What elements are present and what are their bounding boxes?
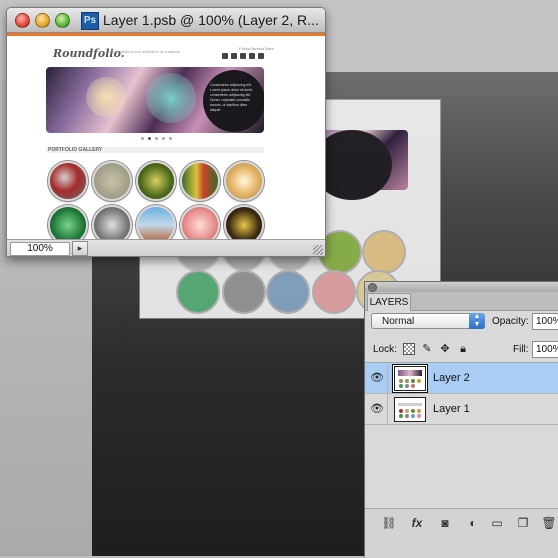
banner-art <box>86 77 126 117</box>
layer-row[interactable]: 👁︎ Layer 2 <box>365 363 558 394</box>
slider-dot <box>162 137 165 140</box>
gallery-thumbnail <box>92 161 132 201</box>
layer-thumbnail <box>394 366 426 391</box>
thumbnail-art <box>411 384 415 388</box>
thumbnail-art <box>399 414 403 418</box>
thumbnail-art <box>411 409 415 413</box>
zoom-level-field[interactable]: 100% <box>10 242 70 256</box>
lock-paint-icon[interactable]: ✎ <box>421 343 433 355</box>
desktop-background-left <box>0 250 92 556</box>
hero-banner: Consectetur adipiscing elit. Lorem ipsum… <box>46 67 264 133</box>
gallery-label: PORTFOLIO GALLERY <box>48 147 103 153</box>
layer-thumbnail <box>394 397 426 422</box>
tab-layers[interactable]: LAYERS <box>367 293 411 311</box>
thumbnail-art <box>417 409 421 413</box>
preview-circle <box>176 270 220 314</box>
site-tagline: Roundfolio is the exhibition of creativi… <box>111 49 181 54</box>
window-title: Layer 1.psb @ 100% (Layer 2, R... <box>103 12 319 28</box>
social-icons <box>222 53 264 59</box>
photoshop-document-icon: Ps <box>81 12 99 30</box>
lock-all-icon[interactable]: 🔒︎ <box>457 343 469 355</box>
trash-icon[interactable]: 🗑︎ <box>541 516 557 530</box>
lock-position-icon[interactable]: ✥ <box>439 343 451 355</box>
resize-grip-icon[interactable] <box>313 245 323 255</box>
accent-line <box>7 33 325 36</box>
banner-text: Consectetur adipiscing elit. Lorem ipsum… <box>210 83 254 112</box>
layer-name[interactable]: Layer 1 <box>433 403 470 415</box>
gallery-thumbnail <box>92 205 132 239</box>
minimize-button[interactable] <box>35 13 50 28</box>
gallery-thumbnail <box>48 205 88 239</box>
thumbnail-art <box>417 414 421 418</box>
panel-tab-row: LAYERS <box>365 292 558 311</box>
layers-panel: LAYERS Normal ▲▼ Opacity: 100% Lock: ✎ ✥… <box>364 281 558 558</box>
thumbnail-art <box>399 384 403 388</box>
follow-text: Follow Behind Bars <box>239 46 274 51</box>
thumbnail-art <box>405 409 409 413</box>
layer-style-fx-icon[interactable]: fx <box>409 516 425 530</box>
visibility-eye-icon[interactable]: 👁︎ <box>367 394 388 424</box>
visibility-eye-icon[interactable]: 👁︎ <box>367 363 388 393</box>
opacity-field[interactable]: 100% <box>532 313 558 330</box>
preview-circle <box>312 270 356 314</box>
blend-mode-select[interactable]: Normal ▲ ▼ <box>371 313 485 329</box>
thumbnail-art <box>398 370 422 376</box>
status-info-button[interactable]: ▸ <box>72 241 88 256</box>
layer-name[interactable]: Layer 2 <box>433 372 470 384</box>
thumbnail-art <box>398 403 422 406</box>
thumbnail-art <box>399 409 403 413</box>
slider-dot <box>141 137 144 140</box>
gallery-thumbnail <box>48 161 88 201</box>
dribbble-icon <box>258 53 264 59</box>
panel-footer-toolbar: ⛓︎ fx ◙ ◐ ▭ ❐ 🗑︎ <box>365 508 558 558</box>
blend-mode-value: Normal <box>382 316 415 327</box>
close-button[interactable] <box>15 13 30 28</box>
window-titlebar[interactable]: Ps Layer 1.psb @ 100% (Layer 2, R... <box>7 8 325 33</box>
adjustment-layer-icon[interactable]: ◐ <box>465 516 481 530</box>
document-canvas[interactable]: Roundfolio. Roundfolio is the exhibition… <box>7 33 325 239</box>
thumbnail-art <box>399 379 403 383</box>
slider-dot <box>169 137 172 140</box>
lock-label: Lock: <box>373 344 397 355</box>
preview-circle <box>222 270 266 314</box>
preview-circle <box>266 270 310 314</box>
thumbnail-art <box>405 384 409 388</box>
slider-dot <box>148 137 151 140</box>
gallery-thumbnail <box>224 161 264 201</box>
thumbnail-art <box>405 379 409 383</box>
zoom-button[interactable] <box>55 13 70 28</box>
preview-circle <box>362 230 406 274</box>
twitter-icon <box>222 53 228 59</box>
facebook-icon <box>231 53 237 59</box>
layer-mask-icon[interactable]: ◙ <box>437 516 453 530</box>
new-group-folder-icon[interactable]: ▭ <box>489 516 505 530</box>
fill-label: Fill: <box>513 344 529 355</box>
link-layers-icon[interactable]: ⛓︎ <box>381 516 397 530</box>
thumbnail-art <box>405 414 409 418</box>
opacity-label: Opacity: <box>492 316 529 327</box>
banner-art <box>146 73 196 123</box>
thumbnail-art <box>411 414 415 418</box>
gallery-thumbnail <box>136 205 176 239</box>
new-layer-icon[interactable]: ❐ <box>515 516 531 530</box>
status-bar: 100% ▸ <box>7 239 325 256</box>
updown-arrows-icon: ▲ ▼ <box>469 313 485 329</box>
gallery-thumbnail <box>224 205 264 239</box>
fill-field[interactable]: 100% <box>532 341 558 358</box>
rss-icon <box>240 53 246 59</box>
flickr-icon <box>249 53 255 59</box>
lock-transparency-icon[interactable] <box>403 343 415 355</box>
gallery-thumbnail <box>136 161 176 201</box>
panel-header[interactable] <box>365 282 558 292</box>
document-window: Ps Layer 1.psb @ 100% (Layer 2, R... Rou… <box>6 7 326 257</box>
slider-dot <box>155 137 158 140</box>
panel-close-icon[interactable] <box>368 283 377 292</box>
layer-row[interactable]: 👁︎ Layer 1 <box>365 394 558 425</box>
slider-dots <box>141 137 172 140</box>
thumbnail-art <box>417 379 421 383</box>
gallery-thumbnail <box>180 161 220 201</box>
gallery-thumbnail <box>180 205 220 239</box>
thumbnail-art <box>411 379 415 383</box>
